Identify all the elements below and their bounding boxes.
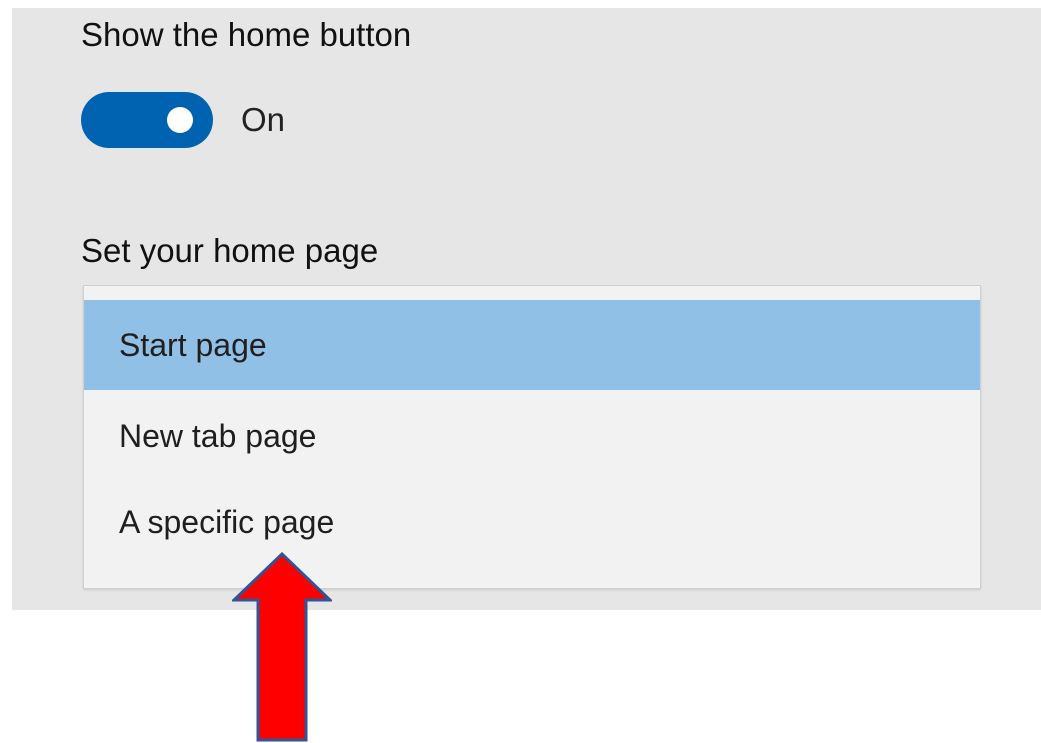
up-arrow-icon — [232, 552, 332, 742]
option-a-specific-page[interactable]: A specific page — [84, 476, 980, 568]
set-home-page-title: Set your home page — [81, 232, 379, 269]
home-button-toggle[interactable] — [81, 92, 213, 148]
toggle-state-label: On — [241, 101, 286, 138]
toggle-knob — [167, 107, 193, 133]
screenshot-stage: Show the home button On Set your home pa… — [0, 0, 1041, 743]
show-home-button-title: Show the home button — [81, 16, 412, 53]
home-page-dropdown-list: Start page New tab page A specific page — [83, 285, 981, 589]
option-start-page[interactable]: Start page — [84, 300, 980, 390]
home-button-toggle-row: On — [81, 92, 285, 148]
option-new-tab-page[interactable]: New tab page — [84, 390, 980, 482]
